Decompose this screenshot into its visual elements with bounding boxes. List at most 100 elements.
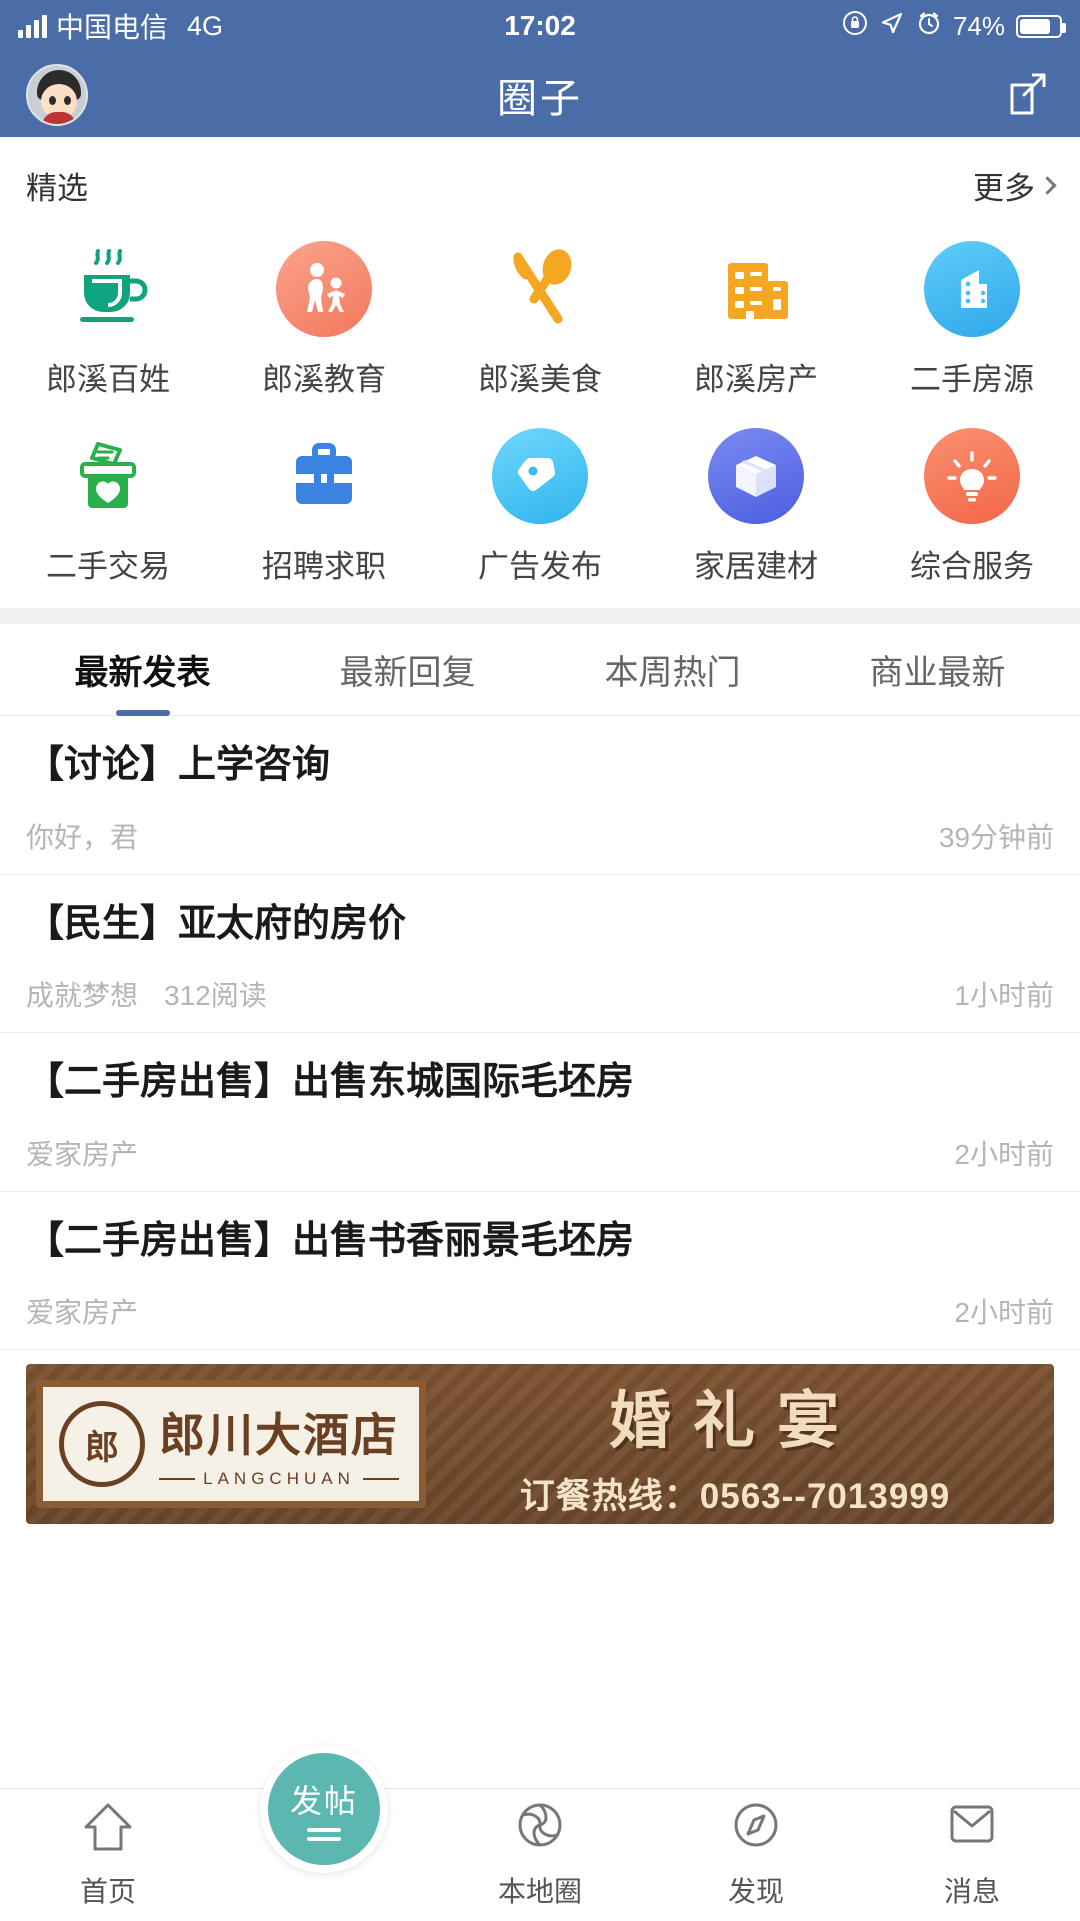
compass-icon [727,1799,785,1860]
post-list-item[interactable]: 【民生】亚太府的房价 成就梦想 312阅读 1小时前 [0,874,1080,1033]
category-item-services[interactable]: 综合服务 [864,409,1080,596]
nav-item-home[interactable]: 首页 [0,1789,216,1921]
nav-label: 本地圈 [497,1876,582,1907]
home-arrow-icon [78,1799,138,1860]
money-box-icon [59,427,157,525]
banner-headline: 婚礼宴 [608,1387,861,1456]
post-compose-button[interactable]: 发帖 [260,1744,388,1873]
post-list-item[interactable]: 【讨论】上学咨询 你好，君 39分钟前 [0,716,1080,875]
avatar-eye-left [49,95,56,105]
package-box-icon [707,427,805,525]
post-meta: 爱家房产 2小时前 [26,1291,1054,1331]
nav-label: 首页 [79,1876,136,1907]
featured-more-button[interactable]: 更多 [973,163,1057,208]
banner-hotel-name: 郎川大酒店 [159,1410,399,1461]
post-time: 39分钟前 [938,821,1054,853]
tab-business-latest[interactable]: 商业最新 [805,624,1070,716]
post-meta: 你好，君 39分钟前 [26,816,1054,856]
category-item-education[interactable]: 郎溪教育 [216,222,432,409]
post-author: 成就梦想 [26,980,139,1011]
category-label: 综合服务 [910,549,1034,584]
nav-item-local[interactable]: 本地圈 [432,1789,648,1921]
category-grid: 郎溪百姓 郎溪教育 郎溪美食 郎溪房产 二手房源 二手交易 招聘求职 广告发布 … [0,216,1080,596]
category-item-jobs[interactable]: 招聘求职 [216,409,432,596]
post-list-item[interactable]: 【二手房出售】出售东城国际毛坯房 爱家房产 2小时前 [0,1033,1080,1192]
coffee-cup-icon [59,240,157,338]
category-label: 广告发布 [478,549,602,584]
category-label: 郎溪百姓 [46,362,170,397]
post-meta: 爱家房产 2小时前 [26,1133,1054,1173]
post-meta: 成就梦想 312阅读 1小时前 [26,974,1054,1014]
nav-label: 消息 [943,1876,1000,1907]
post-compose-icon [307,1828,341,1841]
carrier-label: 中国电信 [56,12,169,43]
price-tag-icon [491,427,589,525]
lightbulb-icon [923,427,1021,525]
banner-hotel-pinyin: LANGCHUAN [159,1469,399,1489]
nav-item-messages[interactable]: 消息 [864,1789,1080,1921]
tab-latest-posts[interactable]: 最新发表 [10,624,275,716]
section-divider [0,608,1080,624]
status-bar-right: 74% [842,10,1066,43]
post-time: 2小时前 [954,1138,1054,1170]
featured-title: 精选 [26,171,88,206]
page-title: 圈子 [497,76,583,121]
banner-hotel-plate: 郎 郎川大酒店 LANGCHUAN [36,1380,426,1508]
featured-more-label: 更多 [973,171,1035,206]
category-item-coffee[interactable]: 郎溪百姓 [0,222,216,409]
nav-label: 发现 [727,1876,784,1907]
category-label: 二手交易 [46,549,170,584]
alarm-clock-icon [916,10,942,43]
parent-child-icon [275,240,373,338]
briefcase-icon [275,427,373,525]
compose-edit-icon[interactable] [1002,69,1054,121]
post-title: 【讨论】上学咨询 [26,744,331,786]
category-label: 二手房源 [910,362,1034,397]
post-list-item[interactable]: 【二手房出售】出售书香丽景毛坯房 爱家房产 2小时前 [0,1191,1080,1350]
office-building-icon [707,240,805,338]
post-title: 【民生】亚太府的房价 [26,902,407,945]
category-item-food[interactable]: 郎溪美食 [432,222,648,409]
battery-icon [1016,14,1066,38]
nav-item-discover[interactable]: 发现 [648,1789,864,1921]
app-header: 圈子 [0,52,1080,137]
hotel-seal-icon: 郎 [59,1401,145,1487]
tab-weekly-hot[interactable]: 本周热门 [540,624,805,716]
category-item-secondhand-house[interactable]: 二手房源 [864,222,1080,409]
post-title: 【二手房出售】出售书香丽景毛坯房 [26,1219,635,1262]
category-label: 郎溪房产 [694,362,818,397]
category-label: 家居建材 [694,549,818,584]
aperture-circle-icon [511,1799,569,1860]
post-author: 爱家房产 [26,1138,139,1170]
post-title: 【二手房出售】出售东城国际毛坯房 [26,1061,635,1103]
feed-tabs: 最新发表 最新回复 本周热门 商业最新 [0,624,1080,716]
category-item-secondhand-trade[interactable]: 二手交易 [0,409,216,596]
tab-latest-replies[interactable]: 最新回复 [275,624,540,716]
category-item-advertise[interactable]: 广告发布 [432,409,648,596]
bottom-navigation-bar: 首页 发帖 本地圈 发现 消息 [0,1744,1080,1921]
category-label: 招聘求职 [262,549,386,584]
location-arrow-icon [879,10,905,43]
avatar-eye-right [64,95,71,105]
banner-ad-container: 郎 郎川大酒店 LANGCHUAN 婚礼宴 订餐热线：0563--7013999 [0,1350,1080,1524]
post-author: 爱家房产 [26,1297,139,1328]
category-label: 郎溪教育 [262,362,386,397]
category-label: 郎溪美食 [478,362,602,397]
status-bar-left: 中国电信 4G [18,6,223,46]
banner-hotline: 订餐热线：0563--7013999 [519,1476,951,1516]
status-bar: 中国电信 4G 17:02 74% [0,0,1080,52]
post-author: 你好，君 [26,821,139,853]
category-item-homegoods[interactable]: 家居建材 [648,409,864,596]
banner-ad[interactable]: 郎 郎川大酒店 LANGCHUAN 婚礼宴 订餐热线：0563--7013999 [26,1364,1054,1524]
signal-icon [18,14,47,38]
building-circle-icon [923,240,1021,338]
featured-header: 精选 更多 [0,137,1080,216]
post-time: 1小时前 [954,980,1054,1011]
post-read-count: 312阅读 [164,980,267,1011]
avatar[interactable] [26,63,88,126]
chevron-right-icon [1038,176,1057,195]
category-item-realestate[interactable]: 郎溪房产 [648,222,864,409]
banner-text-block: 婚礼宴 订餐热线：0563--7013999 [426,1370,1054,1519]
banner-hotel-name-block: 郎川大酒店 LANGCHUAN [159,1399,399,1489]
envelope-icon [942,1799,1002,1860]
